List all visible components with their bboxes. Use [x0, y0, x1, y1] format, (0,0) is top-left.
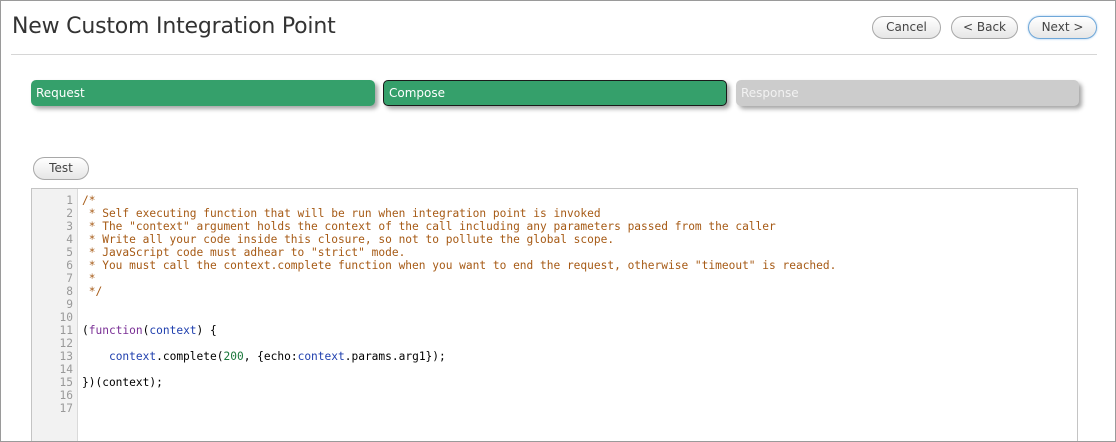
- line-number: 7: [66, 272, 73, 285]
- code-line: 12: [32, 337, 1077, 350]
- code-line: 2 * Self executing function that will be…: [32, 207, 1077, 220]
- code-line: 14: [32, 363, 1077, 376]
- code-token: * The "context" argument holds the conte…: [82, 220, 776, 233]
- code-token: /*: [82, 194, 96, 207]
- step-response: Response: [736, 80, 1079, 106]
- code-line: 4 * Write all your code inside this clos…: [32, 233, 1077, 246]
- code-token: context: [149, 324, 197, 337]
- code-token: context: [108, 350, 157, 363]
- code-line: 15 })(context);: [32, 376, 1077, 389]
- line-text: (function(context) {: [82, 324, 217, 337]
- line-number: 4: [66, 233, 73, 246]
- code-line: 13 context.complete(200, {echo:context.p…: [32, 350, 1077, 363]
- step-request[interactable]: Request: [31, 80, 375, 106]
- code-line: 11 (function(context) {: [32, 324, 1077, 337]
- line-text: * Write all your code inside this closur…: [82, 233, 614, 246]
- code-line: 6 * You must call the context.complete f…: [32, 259, 1077, 272]
- line-text: * JavaScript code must adhear to "strict…: [82, 246, 406, 259]
- code-token: */: [82, 285, 103, 298]
- line-number: 15: [59, 376, 73, 389]
- code-token: ) {: [196, 324, 217, 337]
- line-number: 11: [59, 324, 73, 337]
- dialog-frame: New Custom Integration Point Cancel < Ba…: [0, 0, 1116, 442]
- cancel-button[interactable]: Cancel: [872, 16, 941, 39]
- code-line: 5 * JavaScript code must adhear to "stri…: [32, 246, 1077, 259]
- code-token: * JavaScript code must adhear to "strict…: [82, 246, 406, 259]
- back-button[interactable]: < Back: [951, 16, 1018, 39]
- line-text: })(context);: [82, 376, 163, 389]
- line-number: 10: [59, 311, 73, 324]
- line-number: 14: [59, 363, 73, 376]
- code-token: * Write all your code inside this closur…: [82, 233, 615, 246]
- page-title: New Custom Integration Point: [12, 14, 336, 39]
- code-token: 200: [223, 350, 244, 363]
- code-token: .complete(: [156, 350, 224, 363]
- line-number: 9: [66, 298, 73, 311]
- line-text: * Self executing function that will be r…: [82, 207, 601, 220]
- line-number: 17: [59, 402, 73, 415]
- code-line: 16: [32, 389, 1077, 402]
- test-button[interactable]: Test: [33, 157, 89, 180]
- code-line: 1 /*: [32, 194, 1077, 207]
- header-divider: [11, 54, 1097, 55]
- line-text: /*: [82, 194, 95, 207]
- line-number: 13: [59, 350, 73, 363]
- line-number: 3: [66, 220, 73, 233]
- line-number: 6: [66, 259, 73, 272]
- code-token: function: [88, 324, 143, 337]
- line-number: 2: [66, 207, 73, 220]
- next-button[interactable]: Next >: [1028, 16, 1097, 39]
- code-editor[interactable]: 1/* 2 * Self executing function that will…: [31, 188, 1078, 441]
- line-text: */: [82, 285, 102, 298]
- line-text: * The "context" argument holds the conte…: [82, 220, 776, 233]
- code-line: 7 *: [32, 272, 1077, 285]
- code-token: * You must call the context.complete fun…: [82, 259, 837, 272]
- code-token: context: [297, 350, 345, 363]
- code-token: .params.arg1});: [344, 350, 446, 363]
- line-number: 5: [66, 246, 73, 259]
- step-compose[interactable]: Compose: [383, 80, 727, 106]
- line-number: 16: [59, 389, 73, 402]
- code-line: 10: [32, 311, 1077, 324]
- code-token: })(context);: [82, 376, 163, 389]
- code-token: * Self executing function that will be r…: [82, 207, 601, 220]
- line-number: 12: [59, 337, 73, 350]
- code-line: 8 */: [32, 285, 1077, 298]
- code-token: *: [82, 272, 96, 285]
- code-line: 17: [32, 402, 1077, 415]
- line-text: *: [82, 272, 96, 285]
- line-text: context.complete(200, {echo:context.para…: [82, 350, 446, 363]
- line-number: 1: [66, 194, 73, 207]
- code-token: , {echo:: [243, 350, 298, 363]
- line-text: * You must call the context.complete fun…: [82, 259, 837, 272]
- code-line: 3 * The "context" argument holds the con…: [32, 220, 1077, 233]
- code-line: 9: [32, 298, 1077, 311]
- line-number: 8: [66, 285, 73, 298]
- code-token: (: [82, 324, 89, 337]
